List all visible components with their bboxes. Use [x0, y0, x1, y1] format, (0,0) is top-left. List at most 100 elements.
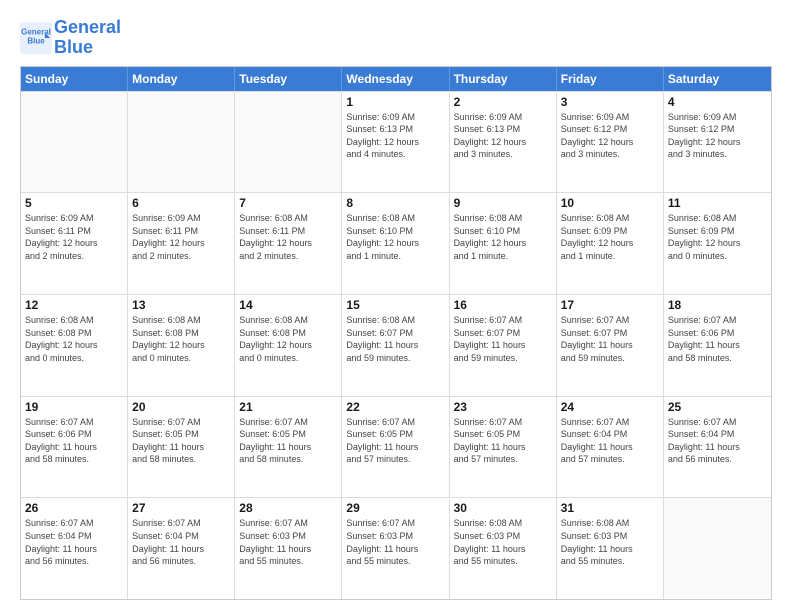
- day-number: 12: [25, 298, 123, 312]
- day-cell-14: 14 Sunrise: 6:08 AM Sunset: 6:08 PM Dayli…: [235, 295, 342, 396]
- empty-cell: [235, 92, 342, 193]
- day-info: Sunrise: 6:09 AM Sunset: 6:12 PM Dayligh…: [561, 111, 659, 161]
- day-info: Sunrise: 6:07 AM Sunset: 6:04 PM Dayligh…: [132, 517, 230, 567]
- day-cell-22: 22 Sunrise: 6:07 AM Sunset: 6:05 PM Dayli…: [342, 397, 449, 498]
- day-cell-5: 5 Sunrise: 6:09 AM Sunset: 6:11 PM Daylig…: [21, 193, 128, 294]
- day-info: Sunrise: 6:07 AM Sunset: 6:05 PM Dayligh…: [346, 416, 444, 466]
- day-number: 9: [454, 196, 552, 210]
- day-cell-13: 13 Sunrise: 6:08 AM Sunset: 6:08 PM Dayli…: [128, 295, 235, 396]
- day-number: 5: [25, 196, 123, 210]
- day-info: Sunrise: 6:08 AM Sunset: 6:08 PM Dayligh…: [239, 314, 337, 364]
- day-cell-21: 21 Sunrise: 6:07 AM Sunset: 6:05 PM Dayli…: [235, 397, 342, 498]
- header-day-friday: Friday: [557, 67, 664, 91]
- day-info: Sunrise: 6:08 AM Sunset: 6:09 PM Dayligh…: [561, 212, 659, 262]
- week-row-0: 1 Sunrise: 6:09 AM Sunset: 6:13 PM Daylig…: [21, 91, 771, 193]
- day-number: 17: [561, 298, 659, 312]
- day-info: Sunrise: 6:08 AM Sunset: 6:10 PM Dayligh…: [454, 212, 552, 262]
- day-number: 15: [346, 298, 444, 312]
- day-number: 27: [132, 501, 230, 515]
- day-number: 7: [239, 196, 337, 210]
- logo-text: GeneralBlue: [54, 18, 121, 58]
- day-number: 11: [668, 196, 767, 210]
- day-info: Sunrise: 6:08 AM Sunset: 6:09 PM Dayligh…: [668, 212, 767, 262]
- week-row-2: 12 Sunrise: 6:08 AM Sunset: 6:08 PM Dayli…: [21, 294, 771, 396]
- day-info: Sunrise: 6:09 AM Sunset: 6:12 PM Dayligh…: [668, 111, 767, 161]
- day-number: 20: [132, 400, 230, 414]
- day-info: Sunrise: 6:08 AM Sunset: 6:11 PM Dayligh…: [239, 212, 337, 262]
- page: General Blue GeneralBlue SundayMondayTue…: [0, 0, 792, 612]
- day-cell-29: 29Sunrise: 6:07 AM Sunset: 6:03 PM Dayli…: [342, 498, 449, 599]
- day-number: 2: [454, 95, 552, 109]
- day-number: 28: [239, 501, 337, 515]
- week-row-1: 5 Sunrise: 6:09 AM Sunset: 6:11 PM Daylig…: [21, 192, 771, 294]
- day-info: Sunrise: 6:07 AM Sunset: 6:05 PM Dayligh…: [132, 416, 230, 466]
- calendar: SundayMondayTuesdayWednesdayThursdayFrid…: [20, 66, 772, 600]
- day-number: 10: [561, 196, 659, 210]
- empty-cell: [128, 92, 235, 193]
- day-number: 23: [454, 400, 552, 414]
- day-info: Sunrise: 6:07 AM Sunset: 6:04 PM Dayligh…: [25, 517, 123, 567]
- day-info: Sunrise: 6:09 AM Sunset: 6:13 PM Dayligh…: [454, 111, 552, 161]
- day-cell-7: 7 Sunrise: 6:08 AM Sunset: 6:11 PM Daylig…: [235, 193, 342, 294]
- day-cell-23: 23 Sunrise: 6:07 AM Sunset: 6:05 PM Dayli…: [450, 397, 557, 498]
- day-info: Sunrise: 6:07 AM Sunset: 6:07 PM Dayligh…: [454, 314, 552, 364]
- day-cell-15: 15 Sunrise: 6:08 AM Sunset: 6:07 PM Dayli…: [342, 295, 449, 396]
- calendar-header-row: SundayMondayTuesdayWednesdayThursdayFrid…: [21, 67, 771, 91]
- day-info: Sunrise: 6:08 AM Sunset: 6:08 PM Dayligh…: [132, 314, 230, 364]
- day-info: Sunrise: 6:07 AM Sunset: 6:03 PM Dayligh…: [239, 517, 337, 567]
- day-number: 8: [346, 196, 444, 210]
- day-cell-6: 6Sunrise: 6:09 AM Sunset: 6:11 PM Daylig…: [128, 193, 235, 294]
- day-info: Sunrise: 6:07 AM Sunset: 6:04 PM Dayligh…: [668, 416, 767, 466]
- day-cell-16: 16 Sunrise: 6:07 AM Sunset: 6:07 PM Dayli…: [450, 295, 557, 396]
- day-info: Sunrise: 6:07 AM Sunset: 6:05 PM Dayligh…: [239, 416, 337, 466]
- day-info: Sunrise: 6:08 AM Sunset: 6:03 PM Dayligh…: [454, 517, 552, 567]
- day-cell-17: 17 Sunrise: 6:07 AM Sunset: 6:07 PM Dayli…: [557, 295, 664, 396]
- day-info: Sunrise: 6:07 AM Sunset: 6:06 PM Dayligh…: [668, 314, 767, 364]
- day-info: Sunrise: 6:07 AM Sunset: 6:05 PM Dayligh…: [454, 416, 552, 466]
- empty-cell: [21, 92, 128, 193]
- day-number: 22: [346, 400, 444, 414]
- day-cell-31: 31Sunrise: 6:08 AM Sunset: 6:03 PM Dayli…: [557, 498, 664, 599]
- header-day-tuesday: Tuesday: [235, 67, 342, 91]
- week-row-4: 26 Sunrise: 6:07 AM Sunset: 6:04 PM Dayli…: [21, 497, 771, 599]
- day-info: Sunrise: 6:07 AM Sunset: 6:04 PM Dayligh…: [561, 416, 659, 466]
- day-cell-26: 26 Sunrise: 6:07 AM Sunset: 6:04 PM Dayli…: [21, 498, 128, 599]
- day-cell-30: 30 Sunrise: 6:08 AM Sunset: 6:03 PM Dayli…: [450, 498, 557, 599]
- svg-text:Blue: Blue: [27, 36, 45, 45]
- day-number: 14: [239, 298, 337, 312]
- day-info: Sunrise: 6:09 AM Sunset: 6:11 PM Dayligh…: [25, 212, 123, 262]
- day-number: 13: [132, 298, 230, 312]
- day-number: 25: [668, 400, 767, 414]
- day-cell-2: 2 Sunrise: 6:09 AM Sunset: 6:13 PM Daylig…: [450, 92, 557, 193]
- day-cell-11: 11 Sunrise: 6:08 AM Sunset: 6:09 PM Dayli…: [664, 193, 771, 294]
- day-number: 3: [561, 95, 659, 109]
- logo-icon: General Blue: [20, 22, 52, 54]
- calendar-body: 1 Sunrise: 6:09 AM Sunset: 6:13 PM Daylig…: [21, 91, 771, 599]
- day-info: Sunrise: 6:09 AM Sunset: 6:11 PM Dayligh…: [132, 212, 230, 262]
- header-day-saturday: Saturday: [664, 67, 771, 91]
- day-cell-3: 3 Sunrise: 6:09 AM Sunset: 6:12 PM Daylig…: [557, 92, 664, 193]
- day-number: 21: [239, 400, 337, 414]
- day-number: 4: [668, 95, 767, 109]
- header-day-wednesday: Wednesday: [342, 67, 449, 91]
- day-number: 18: [668, 298, 767, 312]
- day-cell-24: 24Sunrise: 6:07 AM Sunset: 6:04 PM Dayli…: [557, 397, 664, 498]
- day-number: 29: [346, 501, 444, 515]
- day-number: 1: [346, 95, 444, 109]
- day-cell-20: 20 Sunrise: 6:07 AM Sunset: 6:05 PM Dayli…: [128, 397, 235, 498]
- day-cell-28: 28 Sunrise: 6:07 AM Sunset: 6:03 PM Dayli…: [235, 498, 342, 599]
- day-number: 16: [454, 298, 552, 312]
- header-day-monday: Monday: [128, 67, 235, 91]
- day-cell-9: 9 Sunrise: 6:08 AM Sunset: 6:10 PM Daylig…: [450, 193, 557, 294]
- day-info: Sunrise: 6:08 AM Sunset: 6:07 PM Dayligh…: [346, 314, 444, 364]
- day-number: 30: [454, 501, 552, 515]
- header-day-sunday: Sunday: [21, 67, 128, 91]
- day-cell-25: 25 Sunrise: 6:07 AM Sunset: 6:04 PM Dayli…: [664, 397, 771, 498]
- day-info: Sunrise: 6:08 AM Sunset: 6:08 PM Dayligh…: [25, 314, 123, 364]
- day-number: 26: [25, 501, 123, 515]
- day-cell-27: 27 Sunrise: 6:07 AM Sunset: 6:04 PM Dayli…: [128, 498, 235, 599]
- day-info: Sunrise: 6:07 AM Sunset: 6:06 PM Dayligh…: [25, 416, 123, 466]
- day-cell-10: 10 Sunrise: 6:08 AM Sunset: 6:09 PM Dayli…: [557, 193, 664, 294]
- day-info: Sunrise: 6:07 AM Sunset: 6:07 PM Dayligh…: [561, 314, 659, 364]
- day-number: 19: [25, 400, 123, 414]
